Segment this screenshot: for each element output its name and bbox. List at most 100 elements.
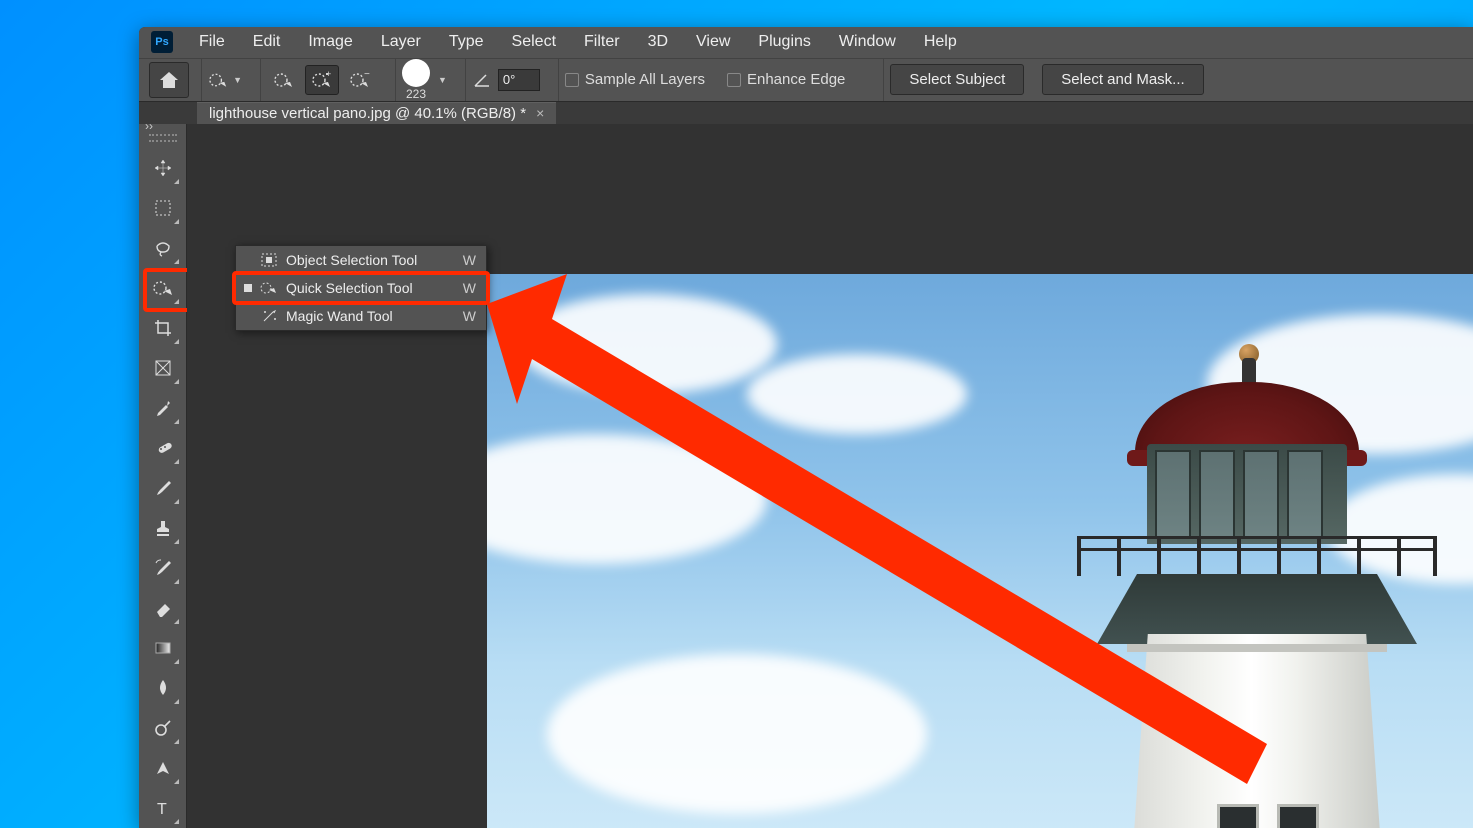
tool-eraser[interactable] (145, 590, 181, 626)
chevron-down-icon: ▼ (233, 75, 242, 85)
tool-blur[interactable] (145, 670, 181, 706)
tool-flyout-menu: Object Selection Tool W Quick Selection … (235, 245, 487, 331)
app-window: Ps File Edit Image Layer Type Select Fil… (139, 27, 1473, 828)
brush-circle-icon (402, 59, 430, 87)
lighthouse-body (1127, 634, 1387, 828)
type-icon: T (154, 799, 172, 817)
tool-stamp[interactable] (145, 510, 181, 546)
close-icon[interactable]: × (536, 105, 544, 121)
subtract-selection-icon: − (349, 71, 371, 89)
tool-brush[interactable] (145, 470, 181, 506)
angle-group (465, 59, 546, 101)
pen-icon (153, 758, 173, 778)
enhance-edge-checkbox[interactable]: Enhance Edge (727, 71, 845, 88)
flyout-item-label: Magic Wand Tool (286, 308, 393, 324)
blur-icon (154, 678, 172, 698)
document-image (487, 274, 1473, 828)
document-tab-title: lighthouse vertical pano.jpg @ 40.1% (RG… (209, 105, 526, 122)
crop-icon (153, 318, 173, 338)
new-selection-icon (273, 71, 295, 89)
quick-selection-icon (152, 278, 174, 298)
brush-group: 223 ▼ (395, 59, 453, 101)
select-and-mask-button[interactable]: Select and Mask... (1042, 64, 1203, 95)
current-tool-marker (244, 284, 252, 292)
angle-input[interactable] (498, 69, 540, 91)
menu-type[interactable]: Type (437, 29, 496, 55)
tool-history-brush[interactable] (145, 550, 181, 586)
tool-eyedropper[interactable] (145, 390, 181, 426)
options-bar: ▼ + − (139, 58, 1473, 101)
menu-select[interactable]: Select (500, 29, 568, 55)
tool-marquee[interactable] (145, 190, 181, 226)
flyout-item-shortcut: W (463, 308, 476, 324)
menu-image[interactable]: Image (296, 29, 364, 55)
tool-frame[interactable] (145, 350, 181, 386)
tool-preset-picker[interactable]: ▼ (208, 65, 242, 95)
tool-gradient[interactable] (145, 630, 181, 666)
flyout-item-shortcut: W (463, 280, 476, 296)
checkbox-icon (727, 73, 741, 87)
gradient-icon (154, 639, 172, 657)
sample-all-layers-checkbox[interactable]: Sample All Layers (565, 71, 705, 88)
quick-selection-icon (260, 281, 278, 295)
brush-size-label: 223 (406, 87, 426, 101)
svg-text:T: T (157, 801, 167, 817)
menu-file[interactable]: File (187, 29, 237, 55)
svg-text:−: − (364, 71, 370, 80)
drag-handle-icon[interactable] (149, 134, 177, 142)
menu-plugins[interactable]: Plugins (746, 29, 822, 55)
workspace: T (139, 124, 1473, 828)
flyout-item-label: Quick Selection Tool (286, 280, 413, 296)
canvas[interactable]: Object Selection Tool W Quick Selection … (187, 124, 1473, 828)
stamp-icon (153, 518, 173, 538)
tool-crop[interactable] (145, 310, 181, 346)
flyout-item-magic-wand[interactable]: Magic Wand Tool W (236, 302, 486, 330)
eraser-icon (153, 598, 173, 618)
subtract-from-selection-button[interactable]: − (343, 65, 377, 95)
lasso-icon (153, 238, 173, 258)
menu-help[interactable]: Help (912, 29, 969, 55)
select-subject-button[interactable]: Select Subject (890, 64, 1024, 95)
add-to-selection-button[interactable]: + (305, 65, 339, 95)
healing-icon (153, 438, 173, 458)
app-logo: Ps (151, 31, 173, 53)
add-selection-icon: + (311, 71, 333, 89)
menu-layer[interactable]: Layer (369, 29, 433, 55)
lighthouse-window (1217, 804, 1259, 828)
tool-lasso[interactable] (145, 230, 181, 266)
home-icon (159, 71, 179, 89)
magic-wand-icon (260, 309, 278, 323)
chevron-down-icon[interactable]: ▼ (438, 75, 447, 85)
flyout-item-quick-selection[interactable]: Quick Selection Tool W (236, 274, 486, 302)
brush-preview[interactable]: 223 (402, 59, 430, 101)
tool-healing[interactable] (145, 430, 181, 466)
tools-panel: T (139, 124, 187, 828)
tool-dodge[interactable] (145, 710, 181, 746)
action-buttons-group: Select Subject Select and Mask... (883, 59, 1209, 101)
menu-3d[interactable]: 3D (636, 29, 680, 55)
marquee-icon (154, 199, 172, 217)
dodge-icon (153, 718, 173, 738)
tool-quick-selection[interactable] (145, 270, 181, 306)
expand-panels-icon[interactable]: ›› (145, 119, 153, 133)
menu-window[interactable]: Window (827, 29, 908, 55)
flyout-item-object-selection[interactable]: Object Selection Tool W (236, 246, 486, 274)
tool-type[interactable]: T (145, 790, 181, 826)
checkbox-group: Sample All Layers Enhance Edge (558, 59, 851, 101)
enhance-edge-label: Enhance Edge (747, 71, 845, 88)
menu-filter[interactable]: Filter (572, 29, 632, 55)
home-button[interactable] (149, 62, 189, 98)
menu-view[interactable]: View (684, 29, 742, 55)
lighthouse-window (1277, 804, 1319, 828)
menubar: Ps File Edit Image Layer Type Select Fil… (139, 27, 1473, 58)
lighthouse-lantern (1147, 444, 1347, 544)
tool-pen[interactable] (145, 750, 181, 786)
document-tab[interactable]: lighthouse vertical pano.jpg @ 40.1% (RG… (197, 102, 556, 124)
menu-edit[interactable]: Edit (241, 29, 293, 55)
sample-all-layers-label: Sample All Layers (585, 71, 705, 88)
lighthouse-railing (1077, 536, 1437, 576)
eyedropper-icon (153, 398, 173, 418)
new-selection-button[interactable] (267, 65, 301, 95)
tool-move[interactable] (145, 150, 181, 186)
flyout-item-label: Object Selection Tool (286, 252, 417, 268)
